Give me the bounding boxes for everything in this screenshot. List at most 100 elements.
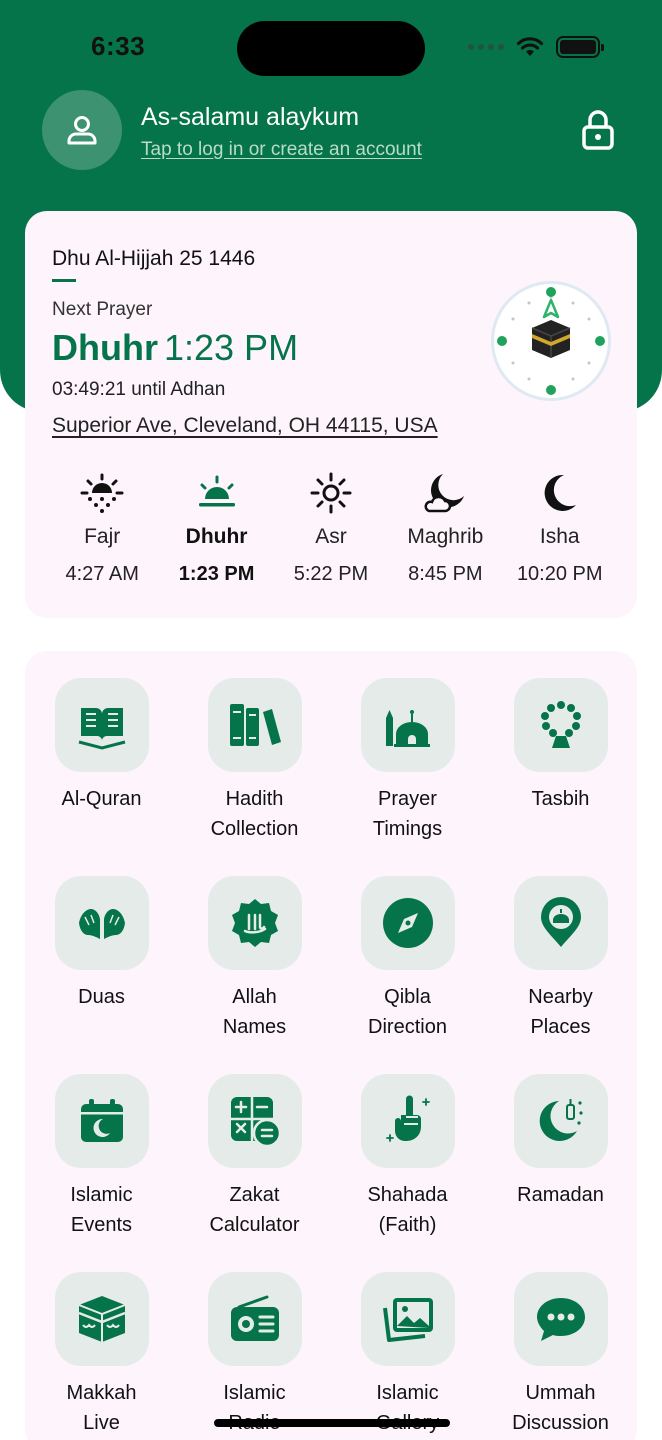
dynamic-island xyxy=(237,21,425,76)
feature-icon-box xyxy=(54,678,149,772)
mosque-icon xyxy=(385,710,430,747)
feature-icon-box xyxy=(207,678,302,772)
feature-icon-box xyxy=(54,876,149,970)
radio-icon xyxy=(230,1295,279,1341)
feature-duas[interactable]: Duas xyxy=(25,876,178,1012)
next-prayer: Dhuhr 1:23 PM xyxy=(52,327,298,369)
feature-label: Islamic Gallery xyxy=(376,1382,439,1434)
feature-hadith-collection[interactable]: Hadith Collection xyxy=(178,678,331,844)
prayer-isha[interactable]: Isha 10:20 PM xyxy=(505,471,615,586)
feature-nearby-places[interactable]: Nearby Places xyxy=(484,876,637,1042)
feature-icon-box xyxy=(207,876,302,970)
hijri-date: Dhu Al-Hijjah 25 1446 xyxy=(52,247,256,270)
feature-label: Shahada (Faith) xyxy=(367,1184,448,1236)
feature-islamic-radio[interactable]: Islamic Radio xyxy=(178,1272,331,1438)
feature-icon-box xyxy=(513,1272,608,1366)
avatar[interactable] xyxy=(42,90,122,170)
feature-label: Zakat Calculator xyxy=(209,1184,300,1236)
login-link[interactable]: Tap to log in or create an account xyxy=(141,139,422,161)
sun-icon xyxy=(310,472,352,514)
raised-finger-icon xyxy=(385,1095,430,1142)
feature-label: Makkah Live xyxy=(66,1382,137,1434)
prayer-time: 5:22 PM xyxy=(293,563,369,585)
feature-prayer-timings[interactable]: Prayer Timings xyxy=(331,678,484,844)
next-prayer-name: Dhuhr xyxy=(52,327,158,368)
home-indicator[interactable] xyxy=(214,1419,450,1427)
feature-makkah-live[interactable]: Makkah Live xyxy=(25,1272,178,1438)
cellular-signal-icon xyxy=(468,44,504,50)
battery-icon xyxy=(556,36,604,58)
qibla-compass[interactable] xyxy=(491,281,611,401)
user-icon xyxy=(67,116,97,145)
prayer-time: 8:45 PM xyxy=(408,563,483,585)
hijri-underline xyxy=(52,279,76,282)
prayer-asr[interactable]: Asr 5:22 PM xyxy=(276,471,386,586)
moon-cloud-icon xyxy=(424,474,465,513)
feature-allah-names[interactable]: Allah Names xyxy=(178,876,331,1042)
feature-label: Islamic Radio xyxy=(223,1382,286,1434)
feature-zakat-calculator[interactable]: Zakat Calculator xyxy=(178,1074,331,1240)
next-prayer-label: Next Prayer xyxy=(52,299,153,320)
status-icons xyxy=(468,36,604,58)
prayer-time: 4:27 AM xyxy=(65,563,139,585)
prayer-maghrib[interactable]: Maghrib 8:45 PM xyxy=(390,471,500,586)
kaaba-icon xyxy=(78,1296,125,1342)
next-prayer-time: 1:23 PM xyxy=(163,327,299,368)
prayer-name: Isha xyxy=(539,525,580,548)
feature-label: Ramadan xyxy=(517,1184,604,1206)
feature-label: Ummah Discussion xyxy=(512,1382,609,1434)
prayer-name: Maghrib xyxy=(407,525,484,548)
feature-ummah-discussion[interactable]: Ummah Discussion xyxy=(484,1272,637,1438)
sunrise-dotted-icon xyxy=(80,473,124,513)
prayer-name: Fajr xyxy=(84,525,121,548)
prayer-fajr[interactable]: Fajr 4:27 AM xyxy=(47,471,157,586)
allah-calligraphy-icon xyxy=(231,899,278,947)
feature-islamic-gallery[interactable]: Islamic Gallery xyxy=(331,1272,484,1438)
sun-horizon-icon xyxy=(198,475,235,507)
feature-label: Duas xyxy=(78,986,125,1008)
mosque-pin-icon xyxy=(540,897,581,947)
status-time: 6:33 xyxy=(91,31,146,61)
quran-book-icon xyxy=(78,708,125,750)
feature-label: Al-Quran xyxy=(61,788,142,810)
crescent-lantern-icon xyxy=(539,1099,583,1141)
calculator-icon xyxy=(230,1097,281,1147)
lock-button[interactable] xyxy=(578,108,618,152)
lock-icon xyxy=(582,110,614,150)
prayer-time: 10:20 PM xyxy=(516,563,603,585)
prayer-name: Dhuhr xyxy=(185,525,248,548)
feature-label: Hadith Collection xyxy=(210,788,299,840)
gallery-icon xyxy=(382,1298,433,1342)
features-grid: Al-Quran Hadith Collection Prayer Timing… xyxy=(25,651,637,1440)
compass-icon xyxy=(382,898,433,948)
praying-hands-icon xyxy=(78,909,125,939)
feature-icon-box xyxy=(54,1074,149,1168)
feature-icon-box xyxy=(360,1074,455,1168)
books-icon xyxy=(229,704,281,746)
prayer-card[interactable]: Dhu Al-Hijjah 25 1446 Next Prayer Dhuhr … xyxy=(25,211,637,618)
prayer-beads-icon xyxy=(540,701,581,748)
calendar-moon-icon xyxy=(80,1099,123,1142)
feature-qibla-direction[interactable]: Qibla Direction xyxy=(331,876,484,1042)
chat-bubble-icon xyxy=(536,1298,585,1341)
feature-shahada[interactable]: Shahada (Faith) xyxy=(331,1074,484,1240)
location-link[interactable]: Superior Ave, Cleveland, OH 44115, USA xyxy=(52,414,438,438)
feature-icon-box xyxy=(513,1074,608,1168)
feature-label: Prayer Timings xyxy=(372,788,443,840)
feature-label: Allah Names xyxy=(222,986,287,1038)
feature-icon-box xyxy=(54,1272,149,1366)
feature-icon-box xyxy=(513,876,608,970)
feature-ramadan[interactable]: Ramadan xyxy=(484,1074,637,1210)
feature-icon-box xyxy=(360,1272,455,1366)
prayer-dhuhr[interactable]: Dhuhr 1:23 PM xyxy=(162,471,272,586)
feature-icon-box xyxy=(207,1272,302,1366)
feature-icon-box xyxy=(360,876,455,970)
feature-al-quran[interactable]: Al-Quran xyxy=(25,678,178,814)
feature-tasbih[interactable]: Tasbih xyxy=(484,678,637,814)
prayer-time: 1:23 PM xyxy=(178,563,255,585)
feature-label: Islamic Events xyxy=(70,1184,133,1236)
qibla-compass-icon xyxy=(497,287,605,395)
feature-label: Tasbih xyxy=(531,788,590,810)
feature-icon-box xyxy=(360,678,455,772)
feature-islamic-events[interactable]: Islamic Events xyxy=(25,1074,178,1240)
